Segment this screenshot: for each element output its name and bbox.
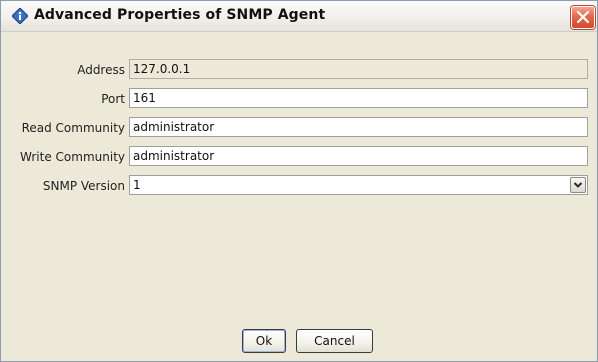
address-field: 127.0.0.1 (129, 59, 588, 79)
cancel-button[interactable]: Cancel (296, 329, 373, 353)
port-row: Port 161 (9, 88, 589, 110)
chevron-down-icon (573, 182, 583, 188)
port-label: Port (101, 92, 125, 106)
write-community-input[interactable]: administrator (129, 146, 588, 166)
write-community-label: Write Community (20, 150, 125, 164)
dialog-window: Advanced Properties of SNMP Agent Addres… (0, 0, 598, 362)
title-bar[interactable]: Advanced Properties of SNMP Agent (1, 1, 597, 32)
snmp-version-label: SNMP Version (42, 179, 125, 193)
dropdown-arrow-button[interactable] (570, 177, 586, 193)
snmp-version-value: 1 (133, 178, 141, 192)
form-area: Address 127.0.0.1 Port 161 Read Communit… (9, 42, 589, 356)
snmp-version-select[interactable]: 1 (129, 175, 588, 195)
port-input[interactable]: 161 (129, 88, 588, 108)
ok-button[interactable]: Ok (242, 329, 286, 353)
dialog-title: Advanced Properties of SNMP Agent (34, 7, 326, 23)
read-community-input[interactable]: administrator (129, 117, 588, 137)
close-icon (576, 10, 590, 24)
close-button[interactable] (571, 6, 595, 29)
read-community-label: Read Community (21, 121, 125, 135)
snmp-version-row: SNMP Version 1 (9, 175, 589, 197)
info-diamond-icon (11, 7, 29, 25)
write-community-row: Write Community administrator (9, 146, 589, 168)
read-community-row: Read Community administrator (9, 117, 589, 139)
address-label: Address (77, 63, 125, 77)
address-row: Address 127.0.0.1 (9, 59, 589, 81)
